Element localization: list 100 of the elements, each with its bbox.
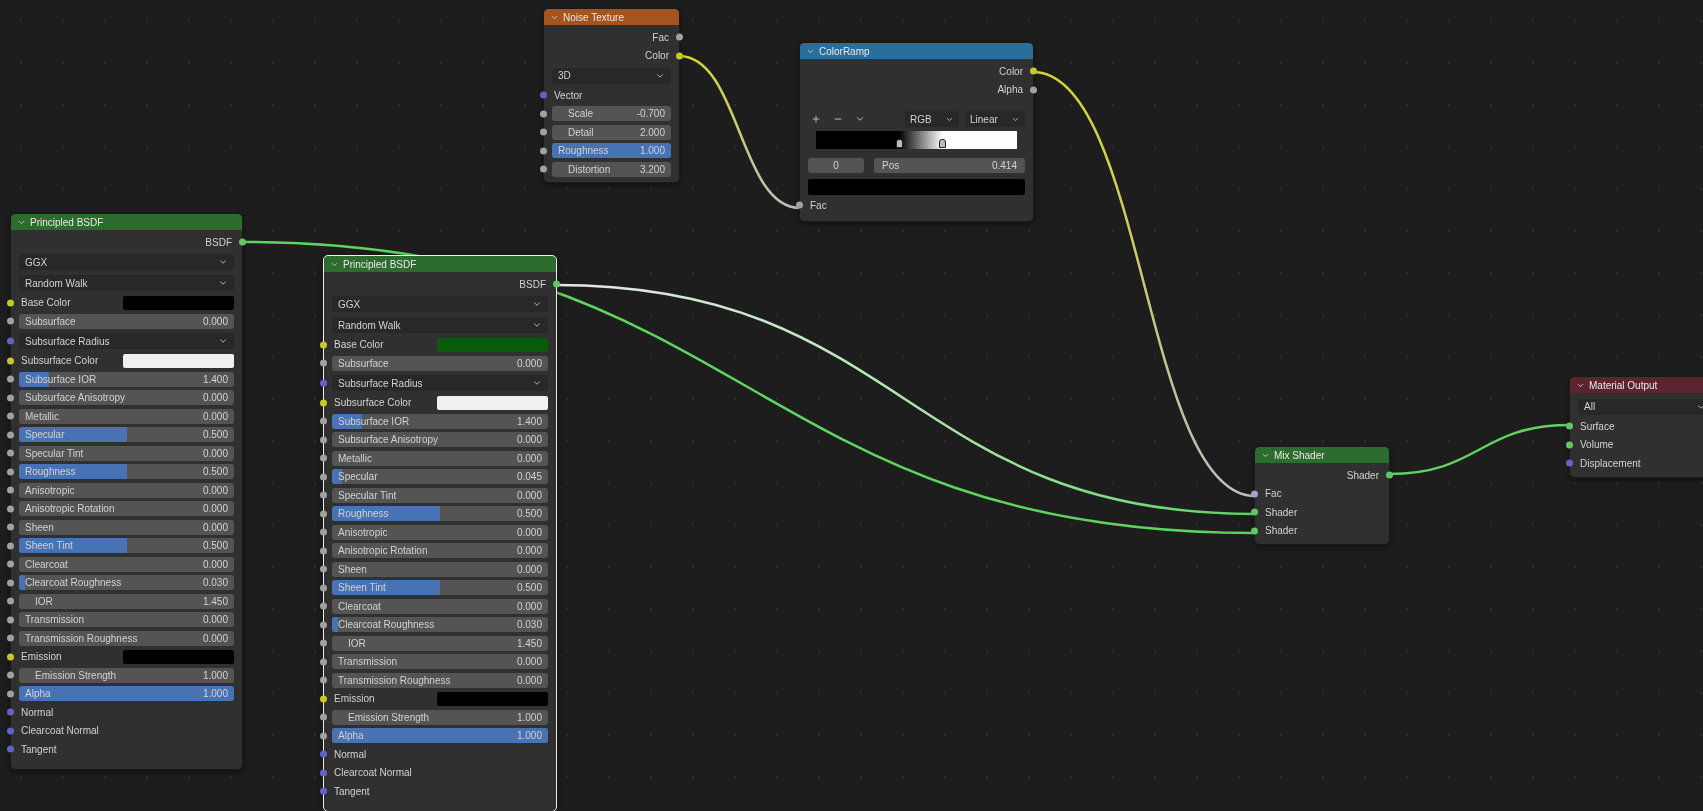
socket-label: Base Color xyxy=(21,296,72,311)
socket-label: Shader xyxy=(1265,524,1298,539)
socket-label: Fac xyxy=(652,30,669,45)
dropdown[interactable]: GGX xyxy=(19,254,234,270)
stop-handle[interactable] xyxy=(939,139,947,148)
node-header[interactable]: Principled BSDF xyxy=(11,214,242,230)
stop-index-field[interactable]: 0 xyxy=(808,157,864,173)
dropdown[interactable]: 3D xyxy=(552,67,671,84)
socket-label: Normal xyxy=(21,705,54,720)
node-header[interactable]: Noise Texture xyxy=(544,9,679,25)
number-field[interactable]: Detail 2.000 xyxy=(552,124,671,140)
slider-field[interactable]: Transmission Roughness 0.000 xyxy=(332,672,548,688)
slider-field[interactable]: Subsurface Anisotropy 0.000 xyxy=(19,390,234,406)
socket-label: Vector xyxy=(554,88,583,103)
number-field[interactable]: Distortion 3.200 xyxy=(552,161,671,177)
color-swatch[interactable] xyxy=(123,649,234,664)
chevron-down-icon xyxy=(218,278,228,288)
slider-field[interactable]: Specular 0.500 xyxy=(19,427,234,443)
plus-icon xyxy=(811,114,821,124)
interpolation-dropdown[interactable]: Linear xyxy=(965,111,1025,127)
slider-field[interactable]: Subsurface Anisotropy 0.000 xyxy=(332,432,548,448)
socket-label: Displacement xyxy=(1580,456,1641,471)
slider-field[interactable]: Clearcoat Roughness 0.030 xyxy=(19,575,234,591)
color-swatch[interactable] xyxy=(436,691,548,706)
dropdown[interactable]: Subsurface Radius xyxy=(332,375,548,391)
node-title: Principled BSDF xyxy=(343,257,417,272)
slider-field[interactable]: Metallic 0.000 xyxy=(332,450,548,466)
socket-label: Color xyxy=(999,64,1023,79)
number-field[interactable]: IOR 1.450 xyxy=(332,635,548,651)
color-swatch[interactable] xyxy=(123,353,234,368)
slider-field[interactable]: Transmission Roughness 0.000 xyxy=(19,630,234,646)
socket-label: Fac xyxy=(1265,487,1282,502)
node-title: Material Output xyxy=(1589,378,1658,393)
number-field[interactable]: Scale -0.700 xyxy=(552,106,671,122)
color-swatch[interactable] xyxy=(808,179,1025,195)
number-field[interactable]: Emission Strength 1.000 xyxy=(19,667,234,683)
socket-label: Subsurface Color xyxy=(334,396,413,411)
node-title: ColorRamp xyxy=(819,44,870,59)
slider-field[interactable]: Clearcoat Roughness 0.030 xyxy=(332,617,548,633)
color-mode-dropdown[interactable]: RGB xyxy=(905,111,959,127)
slider-field[interactable]: Clearcoat 0.000 xyxy=(19,556,234,572)
color-swatch[interactable] xyxy=(436,395,548,410)
socket-label: Base Color xyxy=(334,338,385,353)
number-field[interactable]: Emission Strength 1.000 xyxy=(332,709,548,725)
slider-field[interactable]: Roughness 0.500 xyxy=(19,464,234,480)
slider-field[interactable]: Anisotropic Rotation 0.000 xyxy=(19,501,234,517)
node-header[interactable]: Principled BSDF xyxy=(324,256,556,272)
slider-field[interactable]: Subsurface 0.000 xyxy=(332,355,548,371)
slider-field[interactable]: Sheen 0.000 xyxy=(332,561,548,577)
socket-label: Emission xyxy=(334,692,376,707)
chevron-down-icon xyxy=(532,320,542,330)
slider-field[interactable]: Subsurface 0.000 xyxy=(19,313,234,329)
socket-label: Color xyxy=(645,49,669,64)
slider-field[interactable]: Transmission 0.000 xyxy=(332,654,548,670)
node-title: Principled BSDF xyxy=(30,215,104,230)
socket-label: Emission xyxy=(21,650,63,665)
socket-label: Fac xyxy=(810,198,827,213)
socket-label: BSDF xyxy=(205,235,232,250)
socket-label: Shader xyxy=(1265,505,1298,520)
node-header[interactable]: Mix Shader xyxy=(1255,447,1389,463)
slider-field[interactable]: Roughness 1.000 xyxy=(552,143,671,159)
color-swatch[interactable] xyxy=(123,295,234,310)
chevron-down-icon xyxy=(532,299,542,309)
dropdown[interactable]: All xyxy=(1578,398,1703,415)
slider-field[interactable]: Sheen Tint 0.500 xyxy=(19,538,234,554)
dropdown[interactable]: Random Walk xyxy=(332,317,548,333)
position-field[interactable]: Pos 0.414 xyxy=(874,157,1025,173)
color-swatch[interactable] xyxy=(436,337,548,352)
slider-field[interactable]: Specular Tint 0.000 xyxy=(332,487,548,503)
socket-label: Volume xyxy=(1580,438,1614,453)
socket-label: Surface xyxy=(1580,419,1615,434)
number-field[interactable]: IOR 1.450 xyxy=(19,593,234,609)
slider-field[interactable]: Roughness 0.500 xyxy=(332,506,548,522)
node-header[interactable]: ColorRamp xyxy=(800,43,1033,59)
socket-label: Subsurface Color xyxy=(21,354,100,369)
chevron-down-icon xyxy=(218,257,228,267)
socket-label: BSDF xyxy=(519,277,546,292)
slider-field[interactable]: Specular Tint 0.000 xyxy=(19,445,234,461)
socket-label: Clearcoat Normal xyxy=(334,766,412,781)
node-title: Mix Shader xyxy=(1274,448,1325,463)
slider-field[interactable]: Anisotropic 0.000 xyxy=(332,524,548,540)
chevron-down-icon xyxy=(855,114,865,124)
slider-field[interactable]: Anisotropic Rotation 0.000 xyxy=(332,543,548,559)
slider-field[interactable]: Clearcoat 0.000 xyxy=(332,598,548,614)
node-title: Noise Texture xyxy=(563,10,624,25)
dropdown[interactable]: GGX xyxy=(332,296,548,312)
socket-label: Normal xyxy=(334,747,367,762)
slider-field[interactable]: Sheen Tint 0.500 xyxy=(332,580,548,596)
slider-field[interactable]: Alpha 1.000 xyxy=(19,686,234,702)
node-header[interactable]: Material Output xyxy=(1570,377,1703,393)
slider-field[interactable]: Sheen 0.000 xyxy=(19,519,234,535)
gradient-bar[interactable] xyxy=(816,131,1017,149)
slider-field[interactable]: Transmission 0.000 xyxy=(19,612,234,628)
stop-handle[interactable] xyxy=(895,139,903,148)
slider-field[interactable]: Alpha 1.000 xyxy=(332,728,548,744)
slider-field[interactable]: Anisotropic 0.000 xyxy=(19,482,234,498)
dropdown[interactable]: Subsurface Radius xyxy=(19,333,234,349)
socket-label: Shader xyxy=(1346,468,1379,483)
slider-field[interactable]: Metallic 0.000 xyxy=(19,408,234,424)
dropdown[interactable]: Random Walk xyxy=(19,275,234,291)
